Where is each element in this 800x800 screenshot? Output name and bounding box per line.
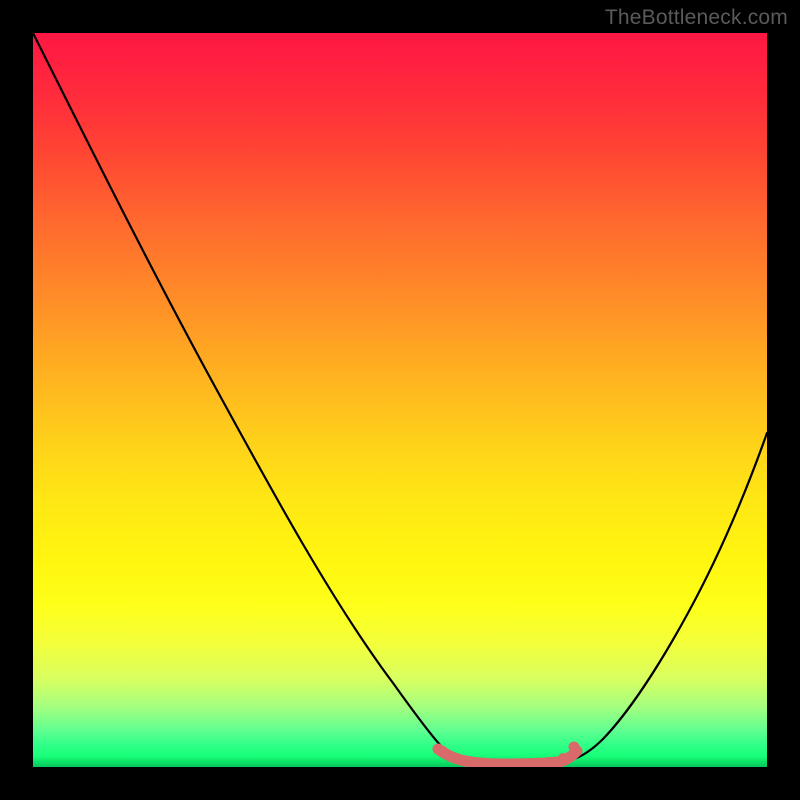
highlight-dot-7 — [558, 753, 568, 763]
highlight-dot-1 — [438, 746, 448, 756]
chart-svg — [33, 33, 767, 767]
highlight-dot-2 — [453, 754, 463, 764]
right-curve — [571, 433, 767, 760]
left-curve — [33, 33, 465, 760]
highlight-dot-6 — [543, 757, 553, 767]
watermark-text: TheBottleneck.com — [605, 6, 788, 30]
